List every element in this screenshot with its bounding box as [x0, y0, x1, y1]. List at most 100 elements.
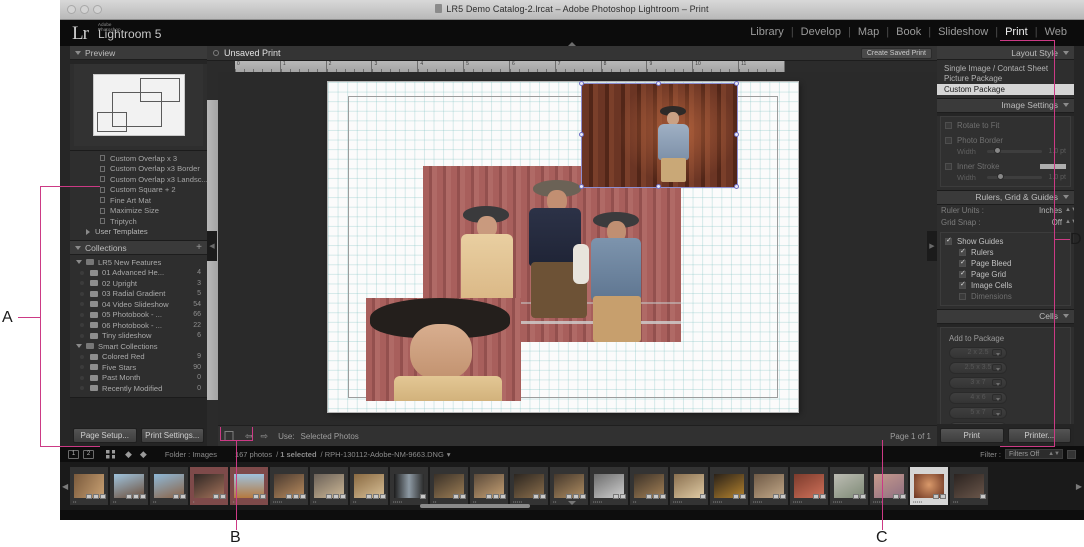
- forward-arrow-icon[interactable]: ◆: [140, 449, 147, 460]
- view-preset-2-button[interactable]: 2: [83, 449, 94, 459]
- slider-knob[interactable]: [996, 173, 1004, 180]
- user-templates-folder[interactable]: User Templates: [70, 227, 207, 238]
- guide-page-grid-row[interactable]: Page Grid: [945, 269, 1066, 280]
- slider-knob[interactable]: [993, 147, 1001, 154]
- collection-item[interactable]: 05 Photobook - ... 66: [70, 310, 207, 321]
- use-value[interactable]: Selected Photos: [301, 432, 359, 441]
- cell-size-button[interactable]: 2.5 x 3.5: [949, 361, 1007, 374]
- guide-dimensions-row[interactable]: Dimensions: [945, 291, 1066, 302]
- filmstrip-thumbnail[interactable]: ••: [110, 467, 148, 505]
- collection-item[interactable]: 04 Video Slideshow 54: [70, 299, 207, 310]
- chevron-down-icon[interactable]: [992, 394, 1002, 401]
- filmstrip-scrollbar-thumb[interactable]: [420, 504, 530, 508]
- filmstrip[interactable]: ◀ ▶ •• •• •• • • ••••• •• •• ••••• •• ••…: [60, 462, 1084, 510]
- collection-item[interactable]: 01 Advanced He... 4: [70, 268, 207, 279]
- filmstrip-thumbnail[interactable]: ••: [430, 467, 468, 505]
- collection-group[interactable]: LR5 New Features: [70, 257, 207, 268]
- collection-item[interactable]: Colored Red 9: [70, 352, 207, 363]
- filmstrip-thumbnail[interactable]: •••: [950, 467, 988, 505]
- module-web[interactable]: Web: [1038, 26, 1074, 38]
- template-item[interactable]: Custom Overlap x 3: [70, 153, 207, 164]
- page-grid-checkbox[interactable]: [959, 269, 966, 278]
- resize-handle-nw[interactable]: [579, 81, 584, 86]
- chevron-down-icon[interactable]: [992, 364, 1002, 371]
- photo-border-width-slider[interactable]: [987, 147, 1042, 154]
- printer-button[interactable]: Printer...: [1007, 427, 1071, 443]
- stepper-icon[interactable]: ▲▼: [1065, 207, 1074, 213]
- image-cells-checkbox[interactable]: [959, 280, 966, 289]
- filmstrip-thumbnail[interactable]: •••••: [390, 467, 428, 505]
- rotate-to-fit-row[interactable]: Rotate to Fit: [945, 120, 1066, 131]
- filmstrip-thumbnail[interactable]: •••••: [790, 467, 828, 505]
- module-map[interactable]: Map: [851, 26, 886, 38]
- inner-stroke-row[interactable]: Inner Stroke: [945, 161, 1066, 172]
- template-item[interactable]: Triptych: [70, 216, 207, 227]
- collection-group[interactable]: Smart Collections: [70, 341, 207, 352]
- collection-item[interactable]: Past Month 0: [70, 373, 207, 384]
- resize-handle-ne[interactable]: [734, 81, 739, 86]
- inner-stroke-checkbox[interactable]: [945, 162, 952, 170]
- create-saved-print-button[interactable]: Create Saved Print: [860, 48, 932, 59]
- filmstrip-thumbnail[interactable]: •••••: [710, 467, 748, 505]
- collections-list[interactable]: LR5 New Features 01 Advanced He... 4 02 …: [70, 255, 207, 398]
- photo-cell-portrait[interactable]: [366, 298, 521, 401]
- chevron-down-icon[interactable]: [992, 349, 1002, 356]
- filmstrip-thumbnail[interactable]: •: [190, 467, 228, 505]
- add-collection-icon[interactable]: +: [196, 242, 202, 253]
- filmstrip-thumbnail[interactable]: •••••: [750, 467, 788, 505]
- resize-handle-sw[interactable]: [579, 184, 584, 189]
- filmstrip-thumbnail[interactable]: •••••: [590, 467, 628, 505]
- guide-page-bleed-row[interactable]: Page Bleed: [945, 258, 1066, 269]
- collection-item[interactable]: 06 Photobook - ... 22: [70, 320, 207, 331]
- cell-size-button[interactable]: 4 x 6: [949, 391, 1007, 404]
- photo-border-width-row[interactable]: Width 1.0 pt: [945, 146, 1066, 157]
- grid-view-icon[interactable]: [106, 449, 115, 459]
- filmstrip-thumbnail[interactable]: ••: [310, 467, 348, 505]
- back-arrow-icon[interactable]: ◆: [125, 449, 132, 460]
- print-canvas[interactable]: [218, 72, 937, 425]
- left-panel-scroll[interactable]: Preview Custom Overlap x 3 Custom Overla…: [70, 46, 207, 424]
- resize-handle-e[interactable]: [734, 132, 739, 137]
- preview-panel-header[interactable]: Preview: [70, 46, 207, 60]
- next-page-icon[interactable]: ⇨: [261, 431, 269, 442]
- filmstrip-thumbnail[interactable]: ••: [70, 467, 108, 505]
- filmstrip-thumbnail[interactable]: •••••: [870, 467, 908, 505]
- collection-item[interactable]: Five Stars 90: [70, 362, 207, 373]
- filter-select[interactable]: Filters Off ▲▼: [1005, 449, 1063, 459]
- filmstrip-scroll-left-icon[interactable]: ◀: [62, 482, 68, 491]
- photo-border-row[interactable]: Photo Border: [945, 135, 1066, 146]
- page-setup-button[interactable]: Page Setup...: [73, 427, 137, 443]
- filmstrip-collapse-caret[interactable]: [568, 501, 576, 505]
- collection-item[interactable]: 03 Radial Gradient 5: [70, 289, 207, 300]
- filmstrip-thumbnail[interactable]: ••: [150, 467, 188, 505]
- template-item[interactable]: Custom Overlap x3 Border: [70, 164, 207, 175]
- rulers-checkbox[interactable]: [959, 247, 966, 256]
- photo-border-checkbox[interactable]: [945, 136, 952, 144]
- resize-handle-se[interactable]: [734, 184, 739, 189]
- photo-cell-selected[interactable]: [581, 83, 738, 188]
- filmstrip-thumbnail[interactable]: •••••: [670, 467, 708, 505]
- filmstrip-thumbnail[interactable]: ••: [630, 467, 668, 505]
- resize-handle-s[interactable]: [656, 184, 661, 189]
- print-settings-button[interactable]: Print Settings...: [140, 427, 204, 443]
- inner-stroke-color-swatch[interactable]: [1040, 163, 1066, 169]
- stepper-icon[interactable]: ▲▼: [1065, 219, 1074, 225]
- guide-rulers-row[interactable]: Rulers: [945, 247, 1066, 258]
- filmstrip-scroll-right-icon[interactable]: ▶: [1076, 482, 1082, 491]
- filmstrip-thumbnail[interactable]: ••: [350, 467, 388, 505]
- filmstrip-thumbnail[interactable]: •••••: [830, 467, 868, 505]
- page-bleed-checkbox[interactable]: [959, 258, 966, 267]
- filmstrip-thumbnail-selected[interactable]: •••••: [910, 467, 948, 505]
- rotate-to-fit-checkbox[interactable]: [945, 121, 952, 129]
- left-panel-collapse-arrow[interactable]: ◀: [207, 231, 217, 261]
- collections-panel-header[interactable]: Collections +: [70, 241, 207, 255]
- selected-filename[interactable]: / RPH-130112-Adobe-NM-9663.DNG: [321, 450, 444, 459]
- folder-label[interactable]: Folder : Images: [165, 450, 217, 459]
- print-page[interactable]: [328, 81, 798, 412]
- filmstrip-thumbnail[interactable]: •••••: [270, 467, 308, 505]
- guide-image-cells-row[interactable]: Image Cells: [945, 280, 1066, 291]
- template-item[interactable]: Fine Art Mat: [70, 195, 207, 206]
- right-panel-collapse-arrow[interactable]: ▶: [927, 231, 937, 261]
- filename-dropdown-icon[interactable]: ▾: [447, 450, 451, 459]
- template-item[interactable]: Maximize Size: [70, 206, 207, 217]
